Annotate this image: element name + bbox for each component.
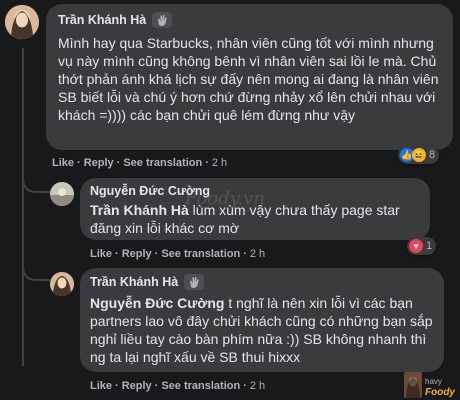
watermark-avatar-icon <box>404 372 422 398</box>
timestamp[interactable]: 2 h <box>250 380 265 392</box>
timestamp[interactable]: 2 h <box>250 248 265 260</box>
reply-link[interactable]: Reply <box>122 248 152 260</box>
reply-actions: Like · Reply · See translation · 2 h <box>90 380 266 392</box>
comment-text: Mình hay qua Starbucks, nhân viên cũng t… <box>58 35 439 123</box>
like-link[interactable]: Like <box>90 380 112 392</box>
wave-icon[interactable] <box>184 274 205 290</box>
reaction-count: 1 <box>426 240 433 252</box>
comment-author: Trần Khánh Hà <box>58 12 441 28</box>
mention-link[interactable]: Trần Khánh Hà <box>90 202 189 218</box>
reply-text: Nguyễn Đức Cường t nghĩ là nên xin lỗi v… <box>90 294 434 366</box>
comment-actions: Like · Reply · See translation · 2 h <box>52 157 228 169</box>
avatar[interactable] <box>50 272 74 296</box>
see-translation-link[interactable]: See translation <box>161 380 240 392</box>
author-name[interactable]: Trần Khánh Hà <box>90 275 178 289</box>
watermark-name: havy <box>425 377 442 386</box>
watermark-brand: Foody <box>425 387 455 398</box>
like-link[interactable]: Like <box>52 157 74 169</box>
reply-connector <box>22 266 50 281</box>
timestamp[interactable]: 2 h <box>212 157 227 169</box>
reply-author: Trần Khánh Hà <box>90 274 434 290</box>
reaction-count: 8 <box>429 149 436 161</box>
avatar[interactable] <box>5 5 39 39</box>
reply-link[interactable]: Reply <box>122 380 152 392</box>
wave-icon[interactable] <box>152 12 173 28</box>
love-icon: ♥ <box>409 239 423 253</box>
reaction-summary[interactable]: 👍 😆 8 <box>398 146 440 164</box>
see-translation-link[interactable]: See translation <box>161 248 240 260</box>
see-translation-link[interactable]: See translation <box>123 157 202 169</box>
avatar[interactable] <box>50 182 74 206</box>
reply-actions: Like · Reply · See translation · 2 h <box>90 248 266 260</box>
like-link[interactable]: Like <box>90 248 112 260</box>
watermark-logo: havy Foody <box>404 368 458 398</box>
thread-line <box>22 48 24 366</box>
reaction-summary[interactable]: ♥ 1 <box>407 237 437 255</box>
reply-bubble: Trần Khánh Hà Nguyễn Đức Cường t nghĩ là… <box>80 268 444 372</box>
author-name[interactable]: Trần Khánh Hà <box>58 13 146 27</box>
haha-icon: 😆 <box>412 148 426 162</box>
reply-connector <box>22 178 50 193</box>
mention-link[interactable]: Nguyễn Đức Cường <box>90 295 224 311</box>
comment-bubble: Trần Khánh Hà Mình hay qua Starbucks, nh… <box>46 4 453 150</box>
watermark: Foody.vn <box>185 188 265 209</box>
reply-link[interactable]: Reply <box>84 157 114 169</box>
